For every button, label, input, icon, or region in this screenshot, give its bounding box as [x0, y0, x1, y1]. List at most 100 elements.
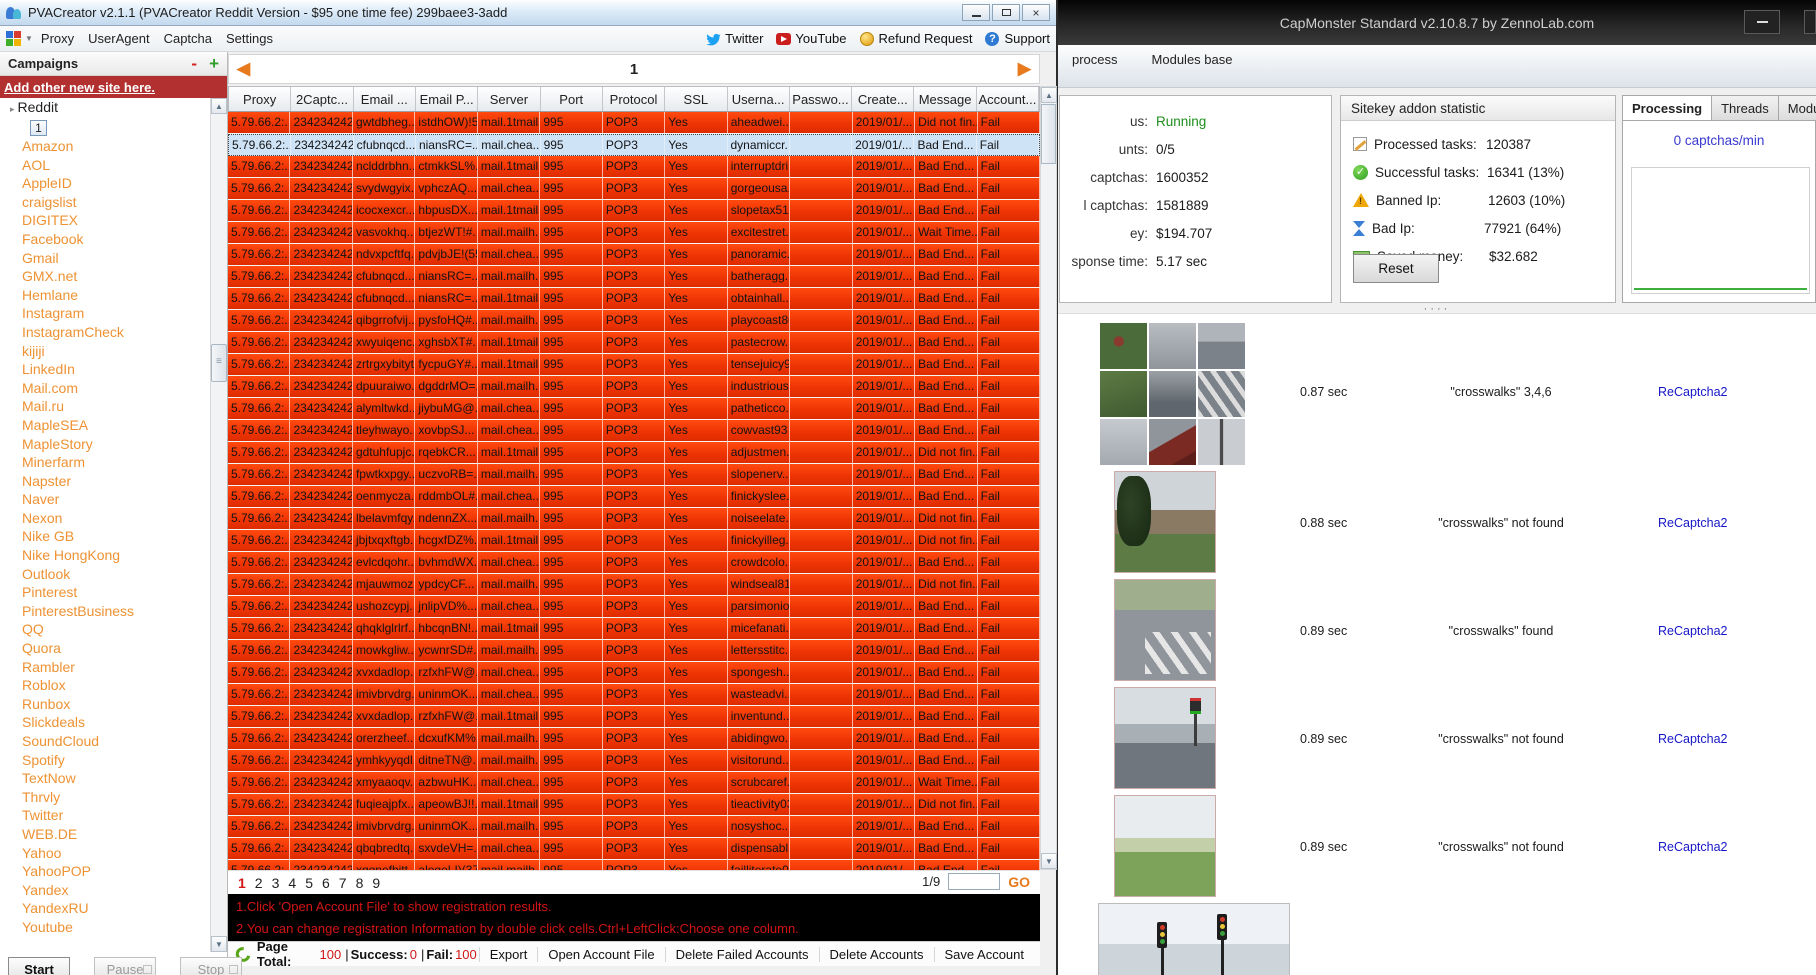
table-cell[interactable]: 234234242: [290, 178, 352, 199]
table-cell[interactable]: Fail: [978, 596, 1040, 617]
table-cell[interactable]: Yes: [665, 838, 727, 859]
table-cell[interactable]: 2019/01/...: [853, 464, 915, 485]
table-cell[interactable]: [790, 508, 852, 529]
open-account-file-button[interactable]: Open Account File: [537, 947, 664, 962]
table-cell[interactable]: [790, 860, 852, 870]
table-cell[interactable]: Fail: [978, 662, 1040, 683]
table-cell[interactable]: tensejuicy95: [728, 354, 790, 375]
table-cell[interactable]: mail.1tmail...: [478, 200, 540, 221]
table-cell[interactable]: Yes: [665, 398, 727, 419]
table-cell[interactable]: 995: [540, 398, 602, 419]
table-cell[interactable]: POP3: [603, 838, 665, 859]
page-number-1[interactable]: 1: [238, 875, 246, 891]
table-cell[interactable]: 5.79.66.2:...: [228, 508, 290, 529]
table-cell[interactable]: mail.mailh...: [478, 816, 540, 837]
table-cell[interactable]: 2019/01/...: [853, 750, 915, 771]
sidebar-item-napster[interactable]: Napster: [0, 472, 210, 491]
refund-request-link[interactable]: Refund Request: [859, 31, 973, 47]
table-cell[interactable]: Bad End...: [915, 156, 977, 177]
sidebar-item-nike-hongkong[interactable]: Nike HongKong: [0, 546, 210, 565]
table-cell[interactable]: xwyuiqenc...: [353, 332, 415, 353]
table-row[interactable]: 5.79.66.2:...234234242xqqnefbitt...aloge…: [228, 860, 1040, 870]
table-cell[interactable]: dynamiccr...: [728, 135, 790, 155]
table-row[interactable]: 5.79.66.2:...234234242evlcdqohr...bvhmdW…: [228, 552, 1040, 574]
table-cell[interactable]: Yes: [665, 772, 727, 793]
page-number-8[interactable]: 8: [356, 875, 364, 891]
table-cell[interactable]: Yes: [665, 662, 727, 683]
page-number-2[interactable]: 2: [255, 875, 263, 891]
stop-button[interactable]: Stop: [180, 957, 242, 975]
table-cell[interactable]: 995: [540, 574, 602, 595]
minimize-icon[interactable]: [962, 4, 990, 21]
table-cell[interactable]: Bad End...: [915, 860, 977, 870]
goto-page-input[interactable]: [948, 873, 1000, 890]
table-cell[interactable]: 234234242: [290, 310, 352, 331]
table-cell[interactable]: 2019/01/...: [853, 112, 915, 133]
table-cell[interactable]: batheragg...: [728, 266, 790, 287]
table-cell[interactable]: 234234242: [290, 640, 352, 661]
page-number-4[interactable]: 4: [288, 875, 296, 891]
table-cell[interactable]: 234234242: [290, 816, 352, 837]
sidebar-scroll-thumb[interactable]: [211, 344, 227, 382]
table-cell[interactable]: Yes: [665, 794, 727, 815]
table-row[interactable]: 5.79.66.2:...234234242orerzheef...dcxufK…: [228, 728, 1040, 750]
table-cell[interactable]: abidingwo...: [728, 728, 790, 749]
table-cell[interactable]: 995: [540, 156, 602, 177]
delete-failed-accounts-button[interactable]: Delete Failed Accounts: [665, 947, 819, 962]
table-cell[interactable]: POP3: [603, 662, 665, 683]
sidebar-item-instagram[interactable]: Instagram: [0, 304, 210, 323]
table-cell[interactable]: 995: [540, 266, 602, 287]
table-cell[interactable]: [790, 772, 852, 793]
sidebar-item-linkedin[interactable]: LinkedIn: [0, 360, 210, 379]
table-cell[interactable]: Fail: [978, 772, 1040, 793]
table-cell[interactable]: industrious...: [728, 376, 790, 397]
table-cell[interactable]: Fail: [978, 728, 1040, 749]
table-cell[interactable]: ndennZX...: [415, 508, 477, 529]
table-row[interactable]: 5.79.66.2:...234234242cfubnqcd...niansRC…: [228, 266, 1040, 288]
table-scrollbar[interactable]: ▲ ▼: [1040, 86, 1057, 870]
table-cell[interactable]: 234234242: [290, 222, 352, 243]
table-row[interactable]: 5.79.66.2:...234234242imivbrvdrg...uninm…: [228, 816, 1040, 838]
table-cell[interactable]: 234234242: [290, 750, 352, 771]
table-cell[interactable]: 995: [540, 244, 602, 265]
table-cell[interactable]: Did not fin...: [915, 442, 977, 463]
column-header[interactable]: Server: [478, 87, 540, 111]
column-header[interactable]: Passwo...: [790, 87, 852, 111]
table-cell[interactable]: fpwtkxpgy...: [353, 464, 415, 485]
table-cell[interactable]: ypdcyCF...: [415, 574, 477, 595]
table-cell[interactable]: 2019/01/...: [853, 222, 915, 243]
table-cell[interactable]: 2019/01/...: [853, 288, 915, 309]
sidebar-item-appleid[interactable]: AppleID: [0, 174, 210, 193]
table-row[interactable]: 5.79.66.2:...234234242zrtrgxybityt...fyc…: [228, 354, 1040, 376]
table-cell[interactable]: 234234242: [290, 486, 352, 507]
table-cell[interactable]: mail.chea...: [478, 684, 540, 705]
table-cell[interactable]: 5.79.66.2:...: [228, 618, 290, 639]
table-cell[interactable]: noiseelate...: [728, 508, 790, 529]
table-cell[interactable]: 2019/01/...: [853, 310, 915, 331]
table-cell[interactable]: Yes: [665, 574, 727, 595]
sidebar-item-thrvly[interactable]: Thrvly: [0, 788, 210, 807]
table-cell[interactable]: 5.79.66.2:...: [228, 200, 290, 221]
recaptcha2-link[interactable]: ReCaptcha2: [1658, 624, 1728, 638]
table-cell[interactable]: POP3: [603, 178, 665, 199]
table-cell[interactable]: 2019/01/...: [852, 135, 914, 155]
table-cell[interactable]: mail.chea...: [478, 838, 540, 859]
column-header[interactable]: Email ...: [354, 87, 416, 111]
table-cell[interactable]: 5.79.66.2:...: [229, 135, 291, 155]
table-cell[interactable]: mail.chea...: [478, 772, 540, 793]
table-cell[interactable]: Fail: [978, 222, 1040, 243]
table-cell[interactable]: POP3: [603, 354, 665, 375]
table-cell[interactable]: 234234242: [290, 794, 352, 815]
pause-button[interactable]: Pause: [94, 957, 156, 975]
table-cell[interactable]: POP3: [603, 486, 665, 507]
table-cell[interactable]: 234234242: [290, 618, 352, 639]
table-cell[interactable]: mail.1tmail...: [478, 706, 540, 727]
table-cell[interactable]: [790, 750, 852, 771]
table-cell[interactable]: Wait Time...: [915, 222, 977, 243]
table-cell[interactable]: mail.1tmail...: [478, 530, 540, 551]
sidebar-item-mail-ru[interactable]: Mail.ru: [0, 397, 210, 416]
table-cell[interactable]: xmyaaoqv...: [353, 772, 415, 793]
table-cell[interactable]: mail.1tmail...: [478, 332, 540, 353]
table-cell[interactable]: Yes: [665, 816, 727, 837]
table-cell[interactable]: Bad End...: [915, 684, 977, 705]
